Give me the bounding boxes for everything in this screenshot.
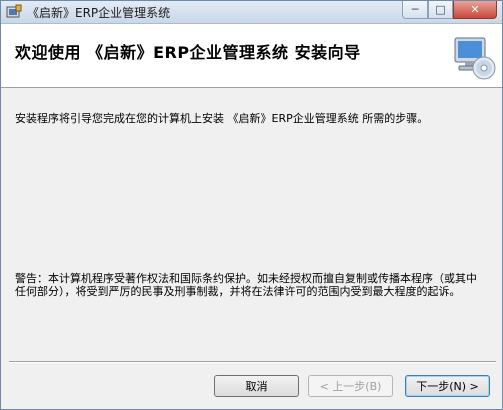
wizard-title: 欢迎使用 《启新》ERP企业管理系统 安装向导 [15, 43, 361, 62]
intro-text: 安装程序将引导您完成在您的计算机上安装 《启新》ERP企业管理系统 所需的步骤。 [15, 112, 429, 125]
installer-app-icon [6, 4, 22, 18]
title-bar[interactable]: 《启新》ERP企业管理系统 ─ □ ✕ [1, 1, 502, 24]
minimize-button[interactable]: ─ [402, 1, 428, 19]
maximize-button[interactable]: □ [428, 1, 453, 19]
installer-window: 《启新》ERP企业管理系统 ─ □ ✕ 欢迎使用 《启新》ERP企业管理系统 安… [0, 0, 503, 410]
footer-separator [9, 361, 496, 363]
computer-cd-setup-icon [454, 37, 496, 80]
copyright-warning: 警告：本计算机程序受著作权法和国际条约保护。如未经授权而擅自复制或传播本程序（或… [15, 272, 477, 298]
close-button[interactable]: ✕ [453, 1, 497, 19]
back-button[interactable]: < 上一步(B) [308, 375, 393, 397]
next-button[interactable]: 下一步(N) > [405, 375, 490, 397]
wizard-content: 安装程序将引导您完成在您的计算机上安装 《启新》ERP企业管理系统 所需的步骤。… [1, 88, 502, 360]
window-title: 《启新》ERP企业管理系统 [27, 6, 171, 20]
cancel-button[interactable]: 取消 [214, 375, 299, 397]
wizard-header: 欢迎使用 《启新》ERP企业管理系统 安装向导 [1, 24, 502, 88]
